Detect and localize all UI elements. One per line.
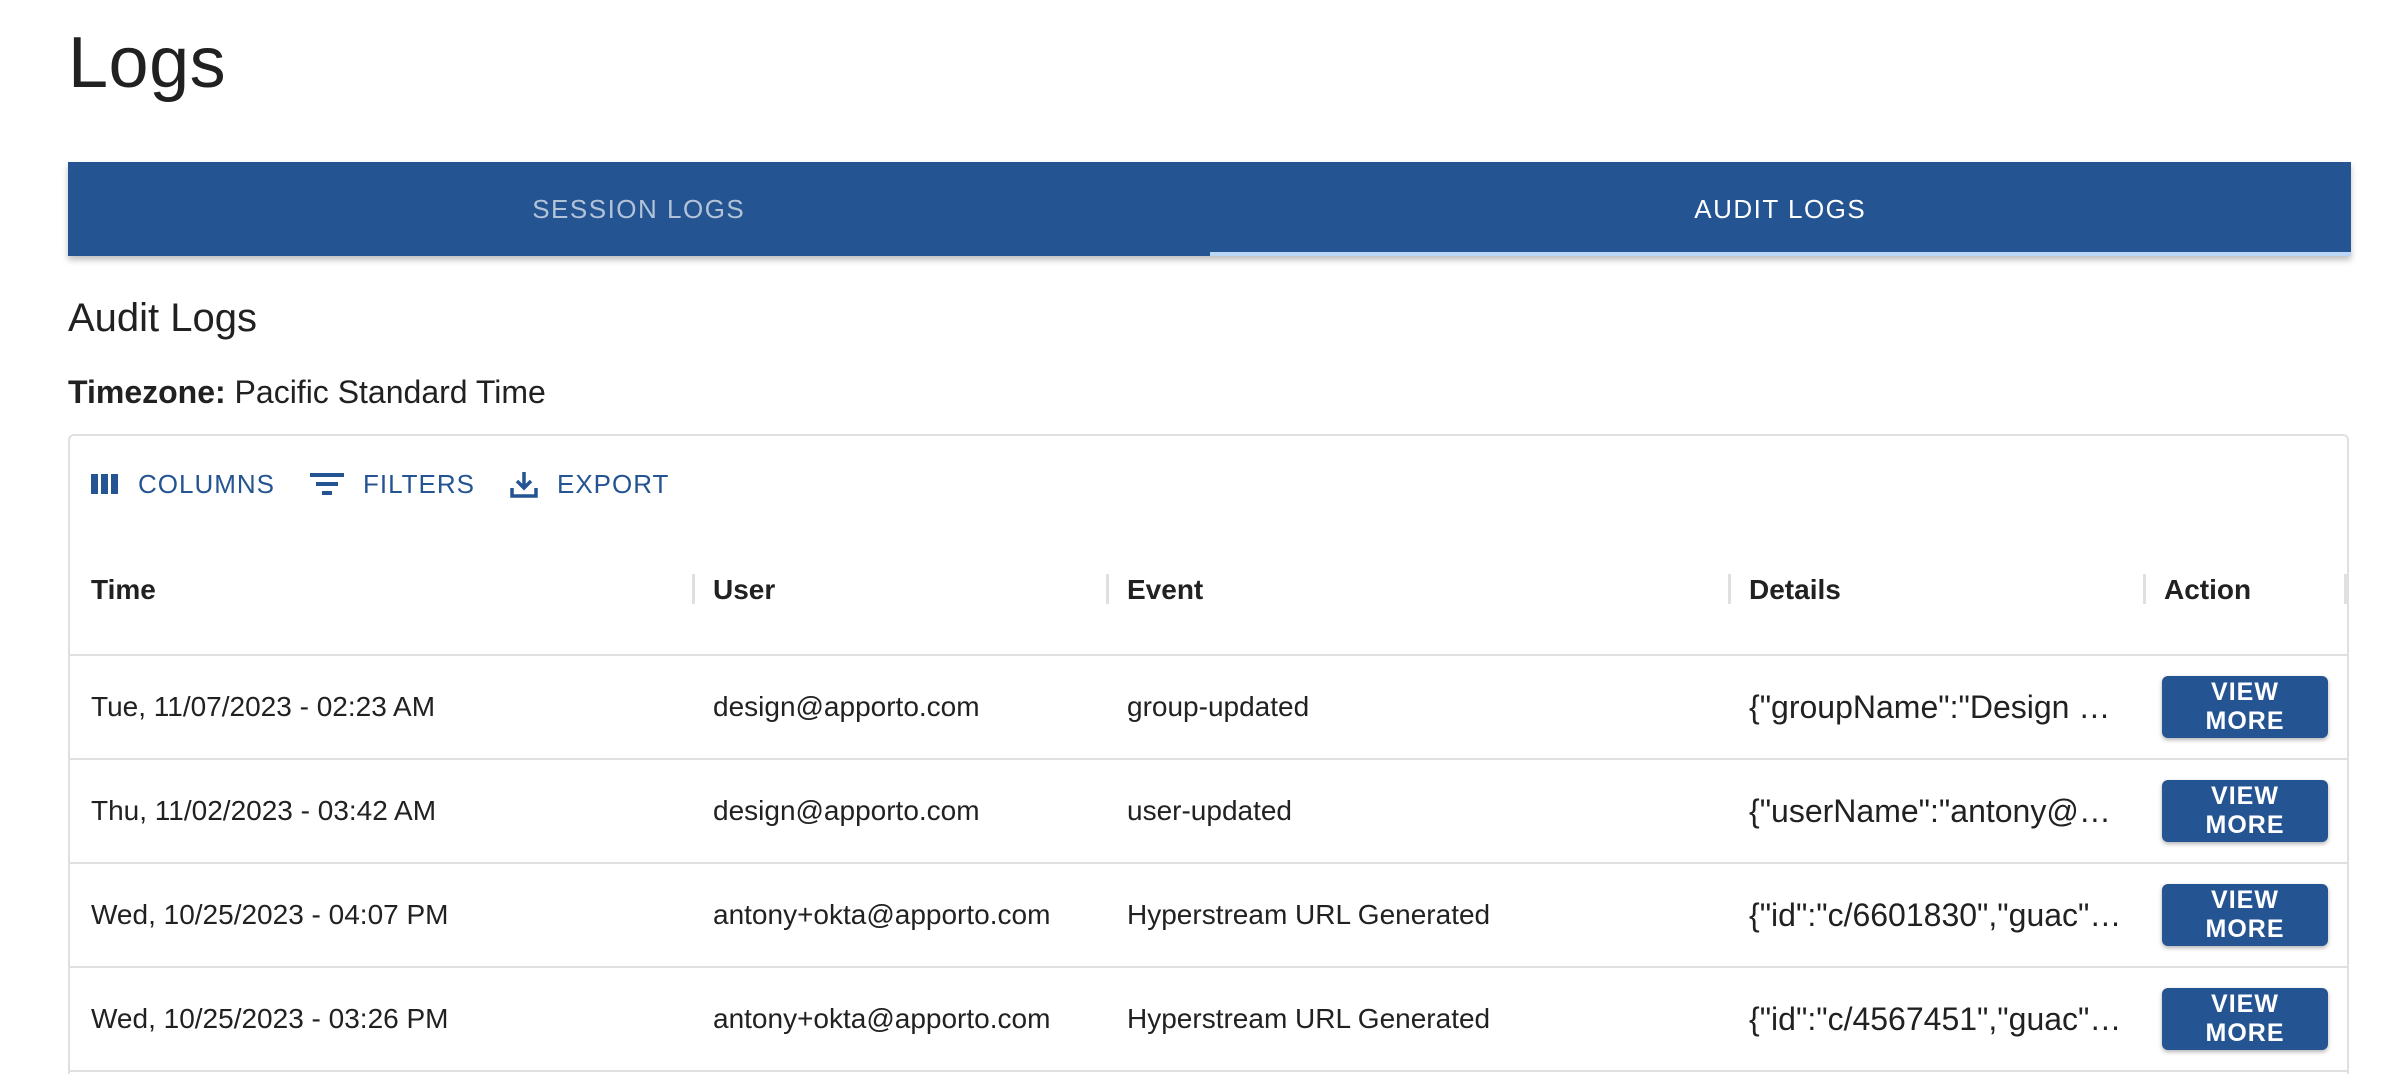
table-row[interactable]: Thu, 11/02/2023 - 03:42 AM design@apport…: [70, 760, 2347, 864]
cell-user: antony+okta@apporto.com: [713, 1003, 1051, 1034]
header-details[interactable]: Details: [1749, 526, 1841, 654]
tab-audit-logs[interactable]: AUDIT LOGS: [1209, 162, 2352, 256]
view-more-button[interactable]: VIEW MORE: [2162, 988, 2328, 1050]
view-more-button[interactable]: VIEW MORE: [2162, 780, 2328, 842]
timezone-info: Timezone: Pacific Standard Time: [68, 374, 546, 411]
view-more-button[interactable]: VIEW MORE: [2162, 676, 2328, 738]
filter-icon: [309, 470, 345, 498]
table-row[interactable]: Wed, 10/25/2023 - 04:07 PM antony+okta@a…: [70, 864, 2347, 968]
table-row[interactable]: Wed, 10/25/2023 - 03:26 PM antony+okta@a…: [70, 968, 2347, 1072]
cell-event: Hyperstream URL Generated: [1127, 899, 1491, 930]
filters-button[interactable]: FILTERS: [303, 465, 481, 504]
column-separator[interactable]: [692, 574, 695, 604]
header-time[interactable]: Time: [91, 526, 156, 654]
audit-logs-grid: COLUMNS FILTERS EXPORT Time User Event D…: [68, 434, 2349, 1074]
cell-user: antony+okta@apporto.com: [713, 899, 1051, 930]
page-title: Logs: [68, 23, 227, 103]
columns-label: COLUMNS: [138, 468, 276, 499]
cell-time: Thu, 11/02/2023 - 03:42 AM: [91, 795, 437, 826]
timezone-label: Timezone:: [68, 374, 226, 410]
column-separator[interactable]: [2143, 574, 2146, 604]
cell-time: Tue, 11/07/2023 - 02:23 AM: [91, 691, 436, 722]
header-event[interactable]: Event: [1127, 526, 1203, 654]
logs-tab-bar: SESSION LOGS AUDIT LOGS: [68, 162, 2351, 256]
cell-details: {"groupName":"Design Group","updated":tr…: [1749, 689, 2127, 725]
table-row[interactable]: Tue, 11/07/2023 - 02:23 AM design@apport…: [70, 656, 2347, 760]
cell-time: Wed, 10/25/2023 - 03:26 PM: [91, 1003, 449, 1034]
cell-event: user-updated: [1127, 795, 1293, 826]
cell-user: design@apporto.com: [713, 691, 980, 722]
export-label: EXPORT: [557, 468, 670, 499]
filters-label: FILTERS: [363, 468, 475, 499]
column-separator[interactable]: [2344, 574, 2347, 604]
section-title: Audit Logs: [68, 296, 258, 340]
cell-details: {"id":"c/6601830","guac":"url"}: [1749, 897, 2127, 933]
export-button[interactable]: EXPORT: [503, 465, 675, 504]
column-separator[interactable]: [1106, 574, 1109, 604]
tab-session-logs[interactable]: SESSION LOGS: [68, 162, 1210, 256]
cell-user: design@apporto.com: [713, 795, 980, 826]
cell-details: {"id":"c/4567451","guac":"url"}: [1749, 1001, 2127, 1037]
grid-toolbar: COLUMNS FILTERS EXPORT: [84, 456, 675, 512]
column-separator[interactable]: [1728, 574, 1731, 604]
cell-time: Wed, 10/25/2023 - 04:07 PM: [91, 899, 449, 930]
download-icon: [509, 469, 539, 499]
table-header-row: Time User Event Details Action: [70, 526, 2347, 656]
cell-event: group-updated: [1127, 691, 1310, 722]
cell-event: Hyperstream URL Generated: [1127, 1003, 1491, 1034]
cell-details: {"userName":"antony@apporto.com"}: [1749, 793, 2127, 829]
view-more-button[interactable]: VIEW MORE: [2162, 884, 2328, 946]
columns-icon: [90, 472, 120, 496]
header-action[interactable]: Action: [2164, 526, 2251, 654]
columns-button[interactable]: COLUMNS: [84, 465, 281, 504]
logs-page: Logs SESSION LOGS AUDIT LOGS Audit Logs …: [0, 0, 2390, 1074]
timezone-value: Pacific Standard Time: [234, 374, 546, 410]
header-user[interactable]: User: [713, 526, 775, 654]
